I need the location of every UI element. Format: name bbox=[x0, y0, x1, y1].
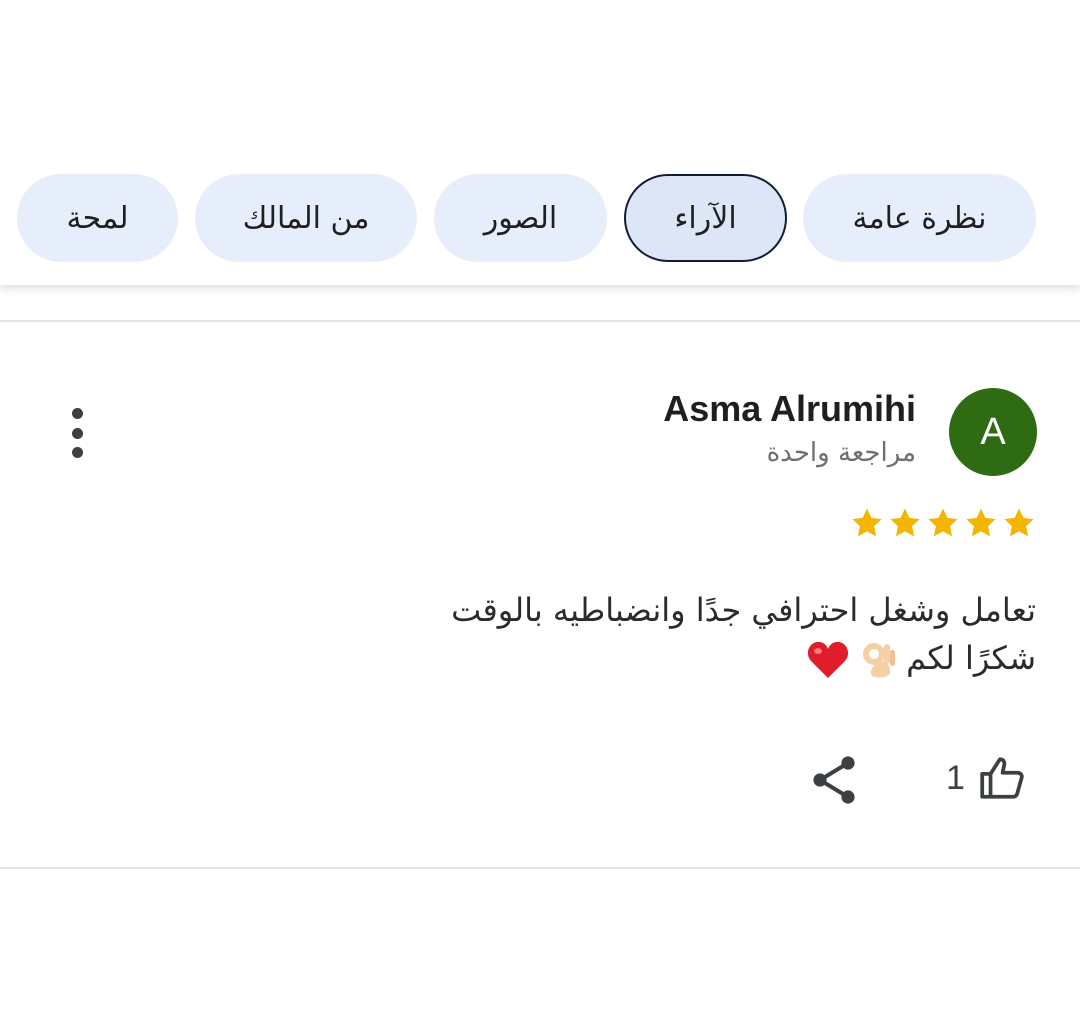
review-line-1: تعامل وشغل احترافي جدًا وانضباطيه بالوقت bbox=[451, 591, 1036, 629]
divider bbox=[0, 867, 1080, 869]
review-line-2: شكرًا لكم bbox=[396, 634, 1036, 682]
author-review-count: مراجعة واحدة bbox=[766, 438, 916, 468]
like-button[interactable]: 1 bbox=[946, 752, 1027, 804]
star-rating bbox=[850, 506, 1036, 540]
more-vert-icon[interactable] bbox=[66, 408, 88, 458]
reviews-page: نظرة عامة الآراء الصور من المالك لمحة A … bbox=[0, 0, 1080, 1031]
star-icon bbox=[852, 508, 882, 537]
star-icon bbox=[966, 508, 996, 537]
author-name[interactable]: Asma Alrumihi bbox=[663, 388, 916, 430]
divider bbox=[0, 320, 1080, 322]
share-icon[interactable] bbox=[810, 754, 858, 806]
tabs-bar: نظرة عامة الآراء الصور من المالك لمحة bbox=[0, 0, 1080, 285]
tab-reviews[interactable]: الآراء bbox=[624, 174, 787, 262]
star-icon bbox=[928, 508, 958, 537]
like-count: 1 bbox=[946, 758, 965, 797]
thumb-up-icon bbox=[980, 757, 1024, 799]
review-line-2-text: شكرًا لكم bbox=[906, 639, 1036, 677]
ok-hand-emoji-icon bbox=[862, 643, 895, 678]
tab-photos[interactable]: الصور bbox=[434, 174, 607, 262]
avatar[interactable]: A bbox=[949, 388, 1037, 476]
tab-from-owner[interactable]: من المالك bbox=[195, 174, 417, 262]
tab-about[interactable]: لمحة bbox=[17, 174, 178, 262]
tab-overview[interactable]: نظرة عامة bbox=[803, 174, 1036, 262]
star-icon bbox=[1004, 508, 1034, 537]
review-text: تعامل وشغل احترافي جدًا وانضباطيه بالوقت… bbox=[396, 586, 1036, 682]
red-heart-emoji-icon bbox=[807, 641, 848, 678]
star-icon bbox=[890, 508, 920, 537]
